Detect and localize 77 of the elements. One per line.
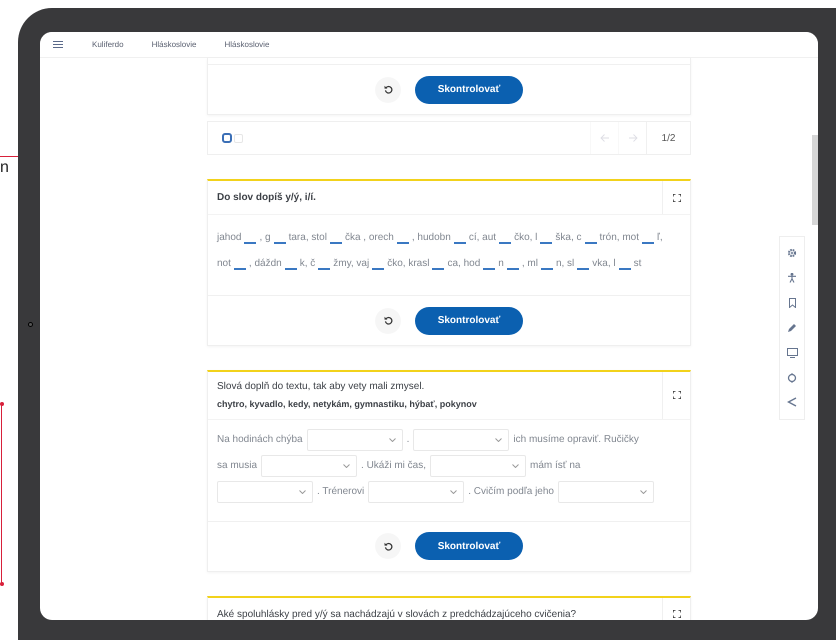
word-fragment: ca, hod <box>447 257 480 271</box>
reset-button[interactable] <box>375 308 401 334</box>
word-fragment: vka, l <box>592 257 616 271</box>
page-counter: 1/2 <box>662 132 676 146</box>
dropdown-field[interactable] <box>413 428 510 450</box>
word-fragment: k, č <box>300 257 316 271</box>
dropdown-field[interactable] <box>217 480 313 502</box>
sentence-text: ich musíme opraviť. Ručičky <box>513 433 639 447</box>
dropdown-field[interactable] <box>430 454 526 476</box>
pencil-icon[interactable] <box>787 322 797 333</box>
menu-icon[interactable] <box>53 41 63 48</box>
fullscreen-icon[interactable] <box>672 391 680 400</box>
word-fragment: ľ, <box>657 231 663 245</box>
word-fragment: , g <box>259 231 271 245</box>
exercise-title: Slová doplň do textu, tak aby vety mali zmysel. <box>217 380 426 394</box>
page-indicator[interactable] <box>222 133 232 143</box>
sentence-text: . <box>406 433 410 447</box>
check-button[interactable]: Skontrolovať <box>415 306 523 334</box>
chevron-down-icon <box>299 490 306 494</box>
chevron-down-icon <box>512 464 520 468</box>
reset-icon <box>384 316 392 325</box>
right-arrow-icon <box>628 133 638 143</box>
word-fragment: tara, stol <box>288 231 327 245</box>
word-fragment: not <box>217 257 231 271</box>
accessibility-icon[interactable] <box>787 273 797 284</box>
sentence-text: Na hodinách chýba <box>217 433 303 447</box>
sentence-text: . Trénerovi <box>317 485 364 499</box>
fullscreen-icon[interactable] <box>672 194 680 202</box>
word-fragment: trón, mot <box>600 231 639 245</box>
bookmark-icon[interactable] <box>788 298 796 308</box>
word-fragment: čka , orech <box>344 231 394 245</box>
word-fragment: , hudobn <box>412 231 451 245</box>
word-fragment: čko, krasl <box>387 257 430 271</box>
chevron-down-icon <box>343 464 350 468</box>
word-fragment: žmy, vaj <box>333 257 370 271</box>
exercise-title: Aké spoluhlásky pred y/ý sa nachádzajú v slovách z predchádzajúceho cvičenia? <box>217 608 578 620</box>
chevron-down-icon <box>495 438 502 442</box>
scrollbar-thumb[interactable] <box>812 135 818 225</box>
reset-button[interactable] <box>375 76 401 102</box>
left-arrow-icon <box>600 133 610 143</box>
reset-button[interactable] <box>375 533 401 559</box>
reset-icon <box>384 542 392 550</box>
sentence-text: . Ukáži mi čas, <box>361 459 426 473</box>
check-button[interactable]: Skontrolovať <box>415 76 523 104</box>
chevron-down-icon <box>450 490 458 494</box>
word-fragment: jahod <box>217 231 242 245</box>
monitor-icon[interactable] <box>786 348 798 358</box>
word-fragment: st <box>634 257 642 271</box>
word-fragment: , dáždn <box>248 257 282 271</box>
nav-link[interactable]: Hláskoslovie <box>224 38 270 50</box>
nav-link[interactable]: Hláskoslovie <box>152 38 196 50</box>
annotation-text: n <box>0 160 9 176</box>
word-fragment: ška, c <box>555 231 582 245</box>
circle-icon[interactable] <box>787 372 797 383</box>
dropdown-field[interactable] <box>306 428 403 450</box>
check-button[interactable]: Skontrolovať <box>415 532 523 560</box>
word-fragment: n, sl <box>556 257 574 271</box>
word-fragment: cí, aut <box>468 231 496 245</box>
chevron-down-icon <box>388 438 396 442</box>
exercise-title: Do slov dopíš y/ý, i/í. <box>217 191 317 205</box>
dropdown-field[interactable] <box>368 480 464 502</box>
fullscreen-icon[interactable] <box>672 610 680 618</box>
camera-icon <box>28 322 33 327</box>
word-bank: chytro, kyvadlo, kedy, netykám, gymnastiku, hýbať, pokynov <box>217 398 478 411</box>
settings-icon[interactable] <box>787 248 797 258</box>
word-fragment: , ml <box>522 257 538 271</box>
chevron-down-icon <box>640 490 647 494</box>
sentence-text: sa musia <box>217 459 258 473</box>
sentence-text: . Cvičím podľa jeho <box>468 485 554 499</box>
dropdown-field[interactable] <box>261 454 358 476</box>
sentence-text: mám ísť na <box>530 459 580 473</box>
nav-link[interactable]: Kuliferdo <box>92 38 124 50</box>
dropdown-field[interactable] <box>558 480 654 502</box>
word-fragment: n <box>498 257 504 271</box>
word-fragment: čko, l <box>514 231 538 245</box>
share-icon[interactable] <box>787 397 797 408</box>
reset-icon <box>384 85 392 94</box>
